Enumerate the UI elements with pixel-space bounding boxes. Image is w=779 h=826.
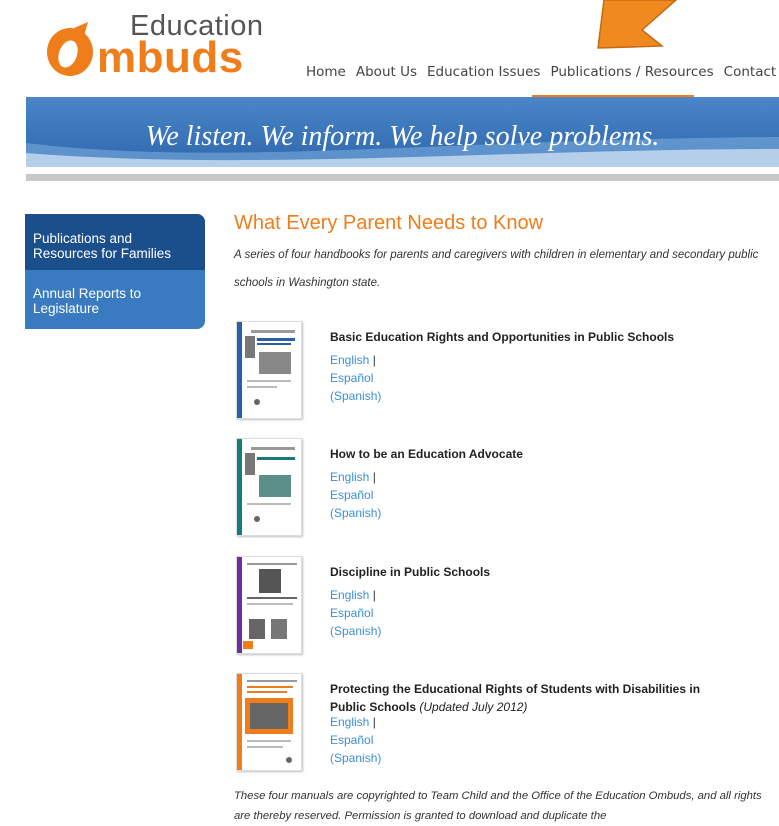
page-title: What Every Parent Needs to Know xyxy=(234,212,544,234)
english-link[interactable]: English xyxy=(330,588,369,602)
ombuds-o-logo-icon xyxy=(47,22,93,76)
copyright-footnote: These four manuals are copyrighted to Te… xyxy=(234,790,762,822)
logo-text-mbuds: mbuds xyxy=(97,33,244,82)
spanish-link[interactable]: Español (Spanish) xyxy=(330,371,381,403)
book-title: Basic Education Rights and Opportunities… xyxy=(330,330,675,344)
callout-arrow-icon xyxy=(597,0,678,49)
intro-text: A series of four handbooks for parents a… xyxy=(234,249,759,289)
main-nav: Home About Us Education Issues Publicati… xyxy=(306,64,779,80)
link-separator: | xyxy=(372,353,376,367)
book-links: English | Español (Spanish) xyxy=(330,586,381,640)
nav-home[interactable]: Home xyxy=(306,64,346,80)
site-logo[interactable]: Education mbuds xyxy=(44,8,263,80)
book-links: English | Español (Spanish) xyxy=(330,713,381,767)
book-cover-image[interactable] xyxy=(236,321,302,419)
book-title: Protecting the Educational Rights of Stu… xyxy=(330,682,701,714)
book-title: How to be an Education Advocate xyxy=(330,447,523,461)
banner-tagline: We listen. We inform. We help solve prob… xyxy=(145,121,660,152)
english-link[interactable]: English xyxy=(330,470,369,484)
english-link[interactable]: English xyxy=(330,715,369,729)
spanish-link[interactable]: Español (Spanish) xyxy=(330,733,381,765)
header-divider xyxy=(26,174,779,181)
nav-about-us[interactable]: About Us xyxy=(356,64,417,80)
link-separator: | xyxy=(372,715,376,729)
sidebar: Publications and Resources for Families … xyxy=(25,214,205,329)
sidebar-item-publications-families[interactable]: Publications and Resources for Families xyxy=(25,214,205,270)
nav-education-issues[interactable]: Education Issues xyxy=(427,64,540,80)
english-link[interactable]: English xyxy=(330,353,369,367)
book-cover-image[interactable] xyxy=(236,556,302,654)
main-content: What Every Parent Needs to Know A series… xyxy=(234,212,764,297)
sidebar-item-annual-reports[interactable]: Annual Reports to Legislature xyxy=(25,270,205,316)
nav-contact-us[interactable]: Contact Us xyxy=(724,64,779,80)
book-cover-image[interactable] xyxy=(236,673,302,771)
book-links: English | Español (Spanish) xyxy=(330,351,381,405)
nav-publications-resources[interactable]: Publications / Resources xyxy=(550,64,713,80)
book-links: English | Español (Spanish) xyxy=(330,468,381,522)
book-updated-note: (Updated July 2012) xyxy=(419,700,528,714)
spanish-link[interactable]: Español (Spanish) xyxy=(330,488,381,520)
link-separator: | xyxy=(372,470,376,484)
link-separator: | xyxy=(372,588,376,602)
tagline-banner: We listen. We inform. We help solve prob… xyxy=(26,97,779,167)
book-cover-image[interactable] xyxy=(236,438,302,536)
book-title: Discipline in Public Schools xyxy=(330,565,491,579)
spanish-link[interactable]: Español (Spanish) xyxy=(330,606,381,638)
